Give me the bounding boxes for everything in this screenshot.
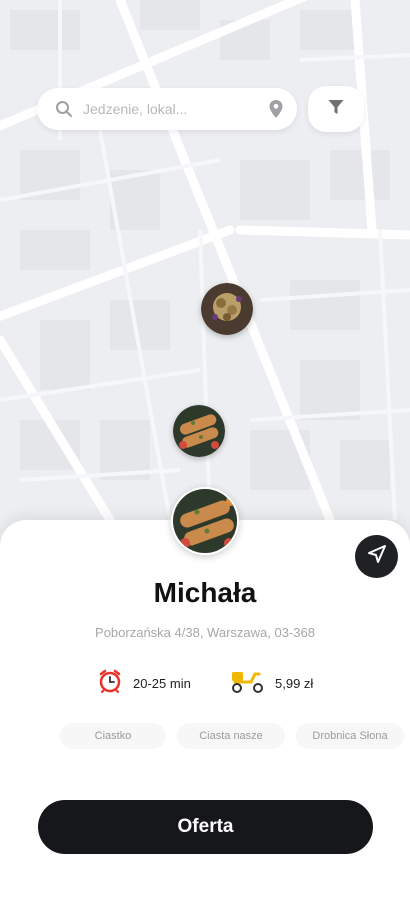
delivery-time-info: 20-25 min bbox=[97, 668, 191, 698]
filter-icon bbox=[327, 98, 345, 121]
search-input[interactable] bbox=[83, 101, 267, 117]
offer-button[interactable]: Oferta bbox=[38, 800, 373, 854]
delivery-scooter-icon bbox=[229, 668, 265, 699]
search-bar[interactable] bbox=[37, 88, 297, 130]
delivery-time-text: 20-25 min bbox=[133, 675, 191, 691]
delivery-fee-text: 5,99 zł bbox=[275, 675, 314, 691]
tag-chip[interactable]: Drobnica Słona bbox=[296, 723, 404, 749]
tag-chip[interactable]: Ciasta nasze bbox=[177, 723, 285, 749]
food-photo bbox=[173, 405, 225, 457]
map-pin-restaurant[interactable] bbox=[173, 405, 225, 457]
restaurant-avatar[interactable] bbox=[171, 487, 239, 555]
alarm-clock-icon bbox=[97, 668, 123, 699]
tag-chip[interactable]: Ciastko bbox=[60, 723, 166, 749]
search-icon bbox=[55, 100, 73, 118]
delivery-fee-info: 5,99 zł bbox=[229, 668, 313, 698]
filter-button[interactable] bbox=[308, 86, 364, 132]
location-pin-icon[interactable] bbox=[267, 99, 285, 119]
restaurant-address: Poborzańska 4/38, Warszawa, 03-368 bbox=[95, 625, 315, 640]
food-photo bbox=[201, 283, 253, 335]
navigation-arrow-icon bbox=[367, 544, 387, 569]
restaurant-name: Michała bbox=[153, 577, 257, 608]
navigate-button[interactable] bbox=[355, 535, 398, 578]
map-pin-restaurant[interactable] bbox=[201, 283, 253, 335]
